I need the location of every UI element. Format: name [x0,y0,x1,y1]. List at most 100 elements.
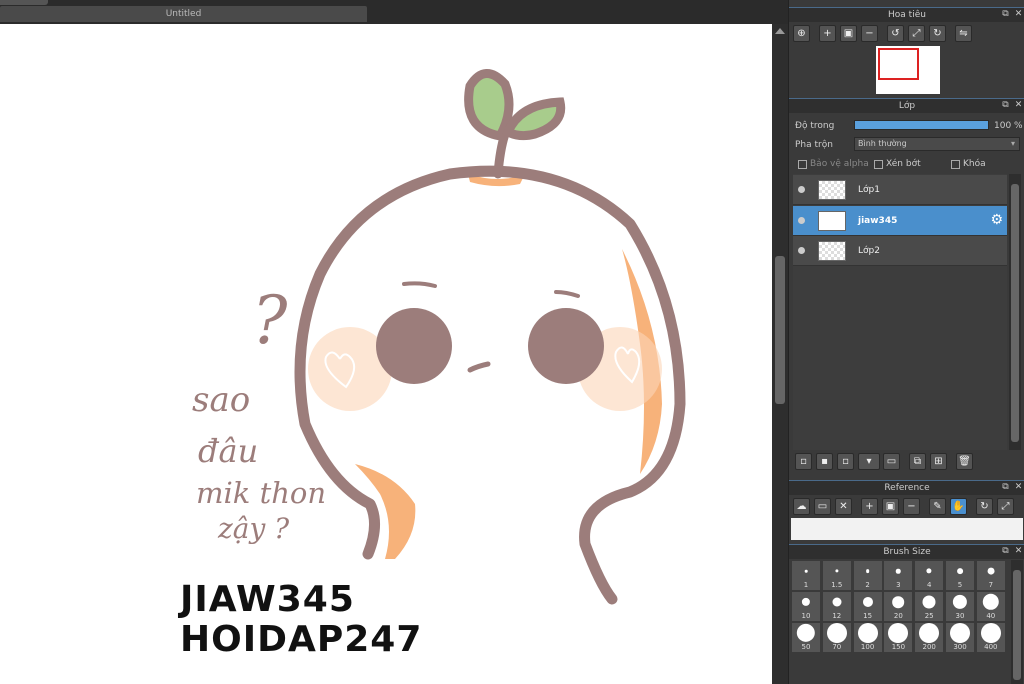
layer-row-jiaw345[interactable]: jiaw345 ⚙ [793,206,1007,236]
brush-size-cell[interactable]: 100 [852,622,883,653]
folder-icon[interactable]: ▭ [883,453,900,470]
fit-screen-icon[interactable]: ▣ [882,498,899,515]
brush-size-label: 30 [955,612,965,620]
brush-dot-icon [835,569,839,573]
brush-size-cell[interactable]: 7 [975,560,1006,591]
brush-dot-icon [919,623,940,643]
brush-size-label: 4 [926,581,932,589]
brush-size-cell[interactable]: 5 [945,560,975,591]
brush-dot-icon [801,597,811,607]
brush-size-cell[interactable]: 10 [791,591,821,622]
brush-size-cell[interactable]: 30 [945,591,975,622]
brush-scrollbar[interactable] [1011,560,1023,684]
brush-size-cell[interactable]: 400 [975,622,1006,653]
brush-size-title-bar: Brush Size ⧉ ✕ [789,544,1024,559]
brush-size-cell[interactable]: 25 [914,591,945,622]
reset-view-icon[interactable]: ⤢ [908,25,925,42]
canvas-scrollbar[interactable] [772,24,788,684]
zoom-out-icon[interactable]: − [903,498,920,515]
brush-size-cell[interactable]: 20 [883,591,914,622]
close-icon[interactable]: ✕ [1014,547,1023,556]
hand-icon[interactable]: ✋ [950,498,967,515]
brush-size-cell[interactable]: 1 [791,560,821,591]
brush-size-cell[interactable]: 2 [852,560,883,591]
opacity-label: Độ trong [795,121,835,131]
opacity-slider[interactable] [854,120,989,130]
brush-size-cell[interactable]: 300 [945,622,975,653]
drawing-canvas[interactable]: ? sao đâu mik thon zậy ? JIAW345 HOIDAP2… [0,24,772,684]
merge-layer-icon[interactable]: ⊞ [930,453,947,470]
rotate-right-icon[interactable]: ↻ [929,25,946,42]
tab-bar: Untitled [0,0,788,24]
undock-icon[interactable]: ⧉ [1001,10,1010,19]
lock-checkbox[interactable] [951,160,960,169]
rotate-left-icon[interactable]: ↺ [887,25,904,42]
clipping-checkbox[interactable] [874,160,883,169]
fit-screen-icon[interactable]: ▣ [840,25,857,42]
brush-size-cell[interactable]: 70 [821,622,852,653]
brush-size-cell[interactable]: 50 [791,622,821,653]
brush-size-cell[interactable]: 4 [914,560,945,591]
tab-stub [0,0,48,5]
brush-size-cell[interactable]: 1.5 [821,560,852,591]
new-1bit-layer-icon[interactable]: ▫ [837,453,854,470]
scroll-thumb[interactable] [1013,570,1021,680]
chevron-down-icon: ▾ [1010,139,1015,148]
reference-canvas[interactable] [791,518,1023,540]
zoom-in-icon[interactable]: + [819,25,836,42]
brush-size-label: 20 [893,612,903,620]
new-layer-icon[interactable]: ▫ [795,453,812,470]
layer-row-lop2[interactable]: Lớp2 [793,236,1007,266]
scroll-up-arrow-icon[interactable] [775,28,785,34]
protect-alpha-checkbox[interactable] [798,160,807,169]
brush-dot-icon [980,623,1001,643]
add-layer-menu-icon[interactable]: ▾ [858,453,880,470]
layer-row-lop1[interactable]: Lớp1 [793,175,1007,205]
brush-size-cell[interactable]: 200 [914,622,945,653]
blend-mode-select[interactable]: Bình thường ▾ [854,137,1020,151]
cloud-open-icon[interactable]: ☁ [793,498,810,515]
rotate-icon[interactable]: ↻ [976,498,993,515]
zoom-out-icon[interactable]: − [861,25,878,42]
scroll-thumb[interactable] [775,256,785,404]
document-tab[interactable]: Untitled [0,6,367,22]
brush-size-cell[interactable]: 3 [883,560,914,591]
visibility-icon[interactable] [798,186,805,193]
close-icon[interactable]: ✕ [1014,10,1023,19]
layer-list: Lớp1 jiaw345 ⚙ Lớp2 [793,174,1007,450]
zoom-in-icon[interactable]: + [861,498,878,515]
brush-size-label: 1 [803,581,809,589]
folder-open-icon[interactable]: ▭ [814,498,831,515]
view-frame[interactable] [878,48,919,80]
new-halftone-layer-icon[interactable]: ▪ [816,453,833,470]
layer-name: jiaw345 [858,216,898,226]
close-icon[interactable]: ✕ [1014,101,1023,110]
eyedropper-icon[interactable]: ✎ [929,498,946,515]
brush-dot-icon [832,597,842,607]
navigator-preview[interactable] [876,46,940,94]
close-icon[interactable]: ✕ [1014,483,1023,492]
layer-thumbnail [818,180,846,200]
close-image-icon[interactable]: ✕ [835,498,852,515]
handwriting-line-1: sao [192,380,251,420]
zoom-icon[interactable]: ⊕ [793,25,810,42]
undock-icon[interactable]: ⧉ [1001,101,1010,110]
scroll-thumb[interactable] [1011,184,1019,442]
visibility-icon[interactable] [798,217,805,224]
visibility-icon[interactable] [798,247,805,254]
undock-icon[interactable]: ⧉ [1001,547,1010,556]
duplicate-layer-icon[interactable]: ⧉ [909,453,926,470]
brush-size-label: 70 [832,643,842,651]
brush-size-cell[interactable]: 40 [975,591,1006,622]
layer-scrollbar[interactable] [1009,174,1021,450]
navigator-title-bar: Hoa tiêu ⧉ ✕ [789,7,1024,22]
undock-icon[interactable]: ⧉ [1001,483,1010,492]
gear-icon[interactable]: ⚙ [990,212,1003,228]
reference-title: Reference [884,483,930,493]
brush-size-cell[interactable]: 150 [883,622,914,653]
brush-size-cell[interactable]: 12 [821,591,852,622]
brush-size-cell[interactable]: 15 [852,591,883,622]
flip-icon[interactable]: ⇋ [955,25,972,42]
reset-view-icon[interactable]: ⤢ [997,498,1014,515]
delete-layer-icon[interactable]: 🗑 [956,453,973,470]
